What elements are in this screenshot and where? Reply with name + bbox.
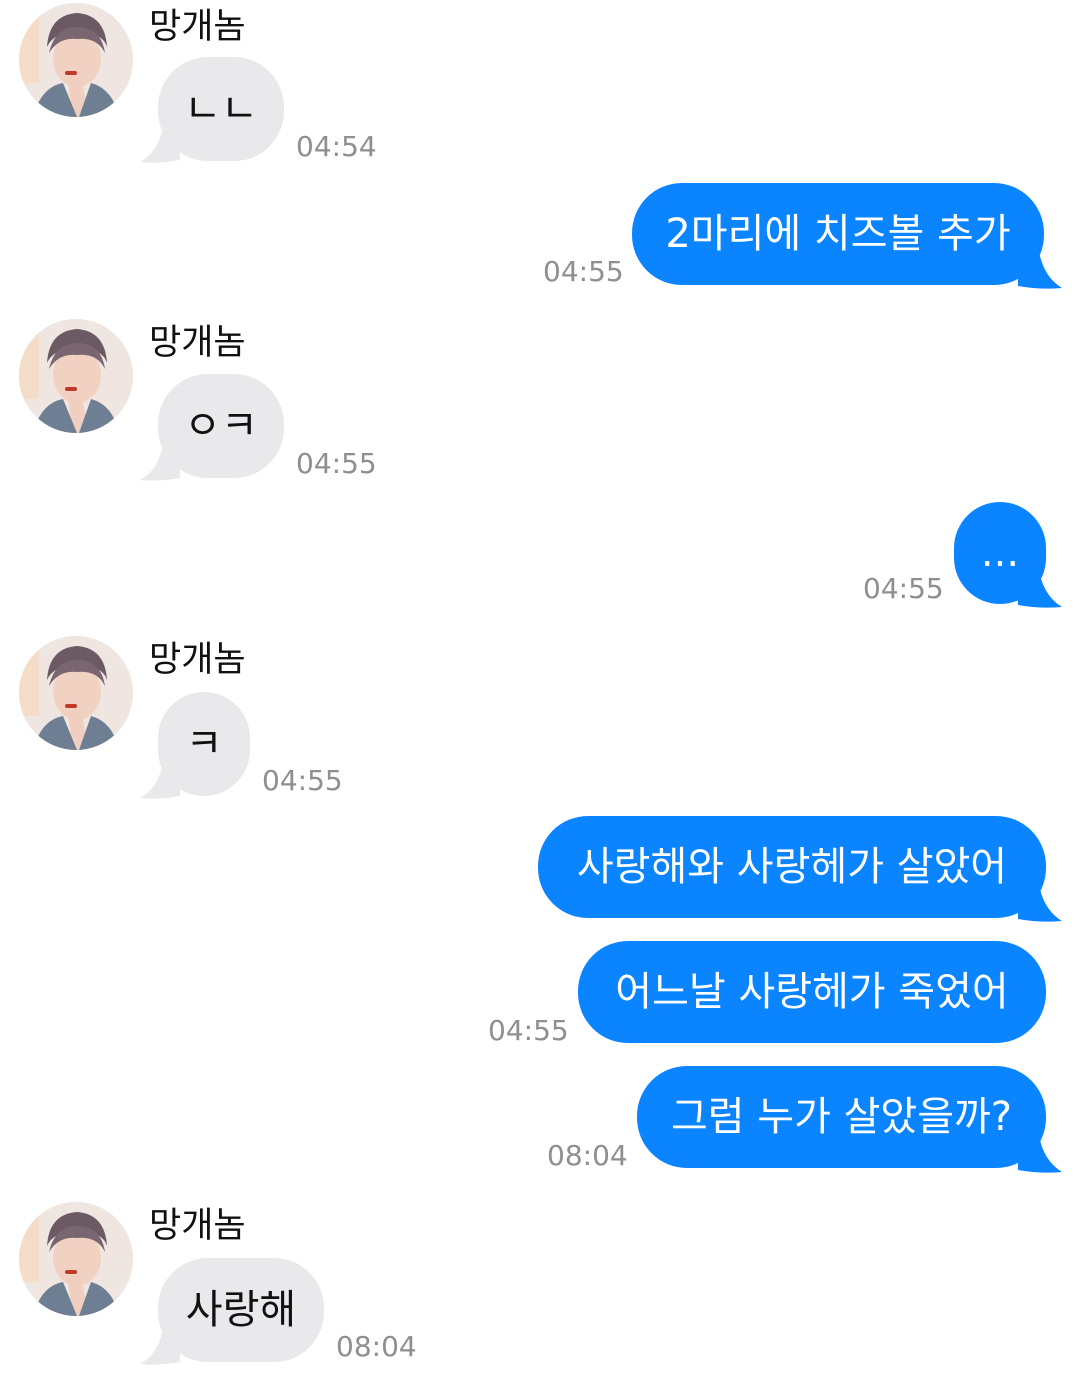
message-timestamp: 04:55 bbox=[863, 572, 944, 605]
contact-avatar[interactable] bbox=[19, 3, 133, 117]
message-text: 사랑해 bbox=[185, 1287, 297, 1333]
message-timestamp: 08:04 bbox=[336, 1330, 417, 1363]
avatar-photo bbox=[19, 3, 133, 117]
sender-name: 망개놈 bbox=[149, 640, 246, 680]
message-timestamp: 04:55 bbox=[488, 1014, 569, 1047]
message-text: 사랑해와 사랑헤가 살았어 bbox=[576, 844, 1008, 890]
sender-name: 망개놈 bbox=[149, 7, 246, 47]
message-text: 그럼 누가 살았을까? bbox=[670, 1094, 1013, 1140]
message-text: 2마리에 치즈볼 추가 bbox=[665, 211, 1011, 257]
message-timestamp: 04:55 bbox=[296, 447, 377, 480]
contact-avatar[interactable] bbox=[19, 319, 133, 433]
contact-avatar[interactable] bbox=[19, 1202, 133, 1316]
avatar-photo bbox=[19, 1202, 133, 1316]
message-text: 어느날 사랑헤가 죽었어 bbox=[615, 969, 1009, 1015]
message-timestamp: 04:55 bbox=[543, 255, 624, 288]
incoming-message-bubble[interactable]: ㄴㄴ bbox=[158, 57, 284, 161]
message-text: ㅋ bbox=[185, 721, 223, 767]
message-timestamp: 08:04 bbox=[547, 1139, 628, 1172]
outgoing-message-bubble[interactable]: 2마리에 치즈볼 추가 bbox=[632, 183, 1044, 285]
contact-avatar[interactable] bbox=[19, 636, 133, 750]
message-text: ㅇㅋ bbox=[184, 403, 258, 449]
outgoing-message-bubble[interactable]: ... bbox=[954, 502, 1046, 604]
chat-thread[interactable]: 망개놈 ㄴㄴ 04:54 2마리에 치즈볼 추가 04:55 망개놈 ㅇㅋ 04… bbox=[0, 0, 1080, 1379]
message-timestamp: 04:55 bbox=[262, 764, 343, 797]
message-timestamp: 04:54 bbox=[296, 130, 377, 163]
incoming-message-bubble[interactable]: ㅋ bbox=[158, 692, 250, 796]
message-text: ㄴㄴ bbox=[184, 86, 258, 132]
bubble-tail bbox=[1018, 879, 1062, 922]
incoming-message-bubble[interactable]: 사랑해 bbox=[158, 1258, 324, 1362]
outgoing-message-bubble[interactable]: 사랑해와 사랑헤가 살았어 bbox=[538, 816, 1046, 918]
outgoing-message-bubble[interactable]: 어느날 사랑헤가 죽었어 bbox=[578, 941, 1046, 1043]
message-text: ... bbox=[980, 530, 1020, 576]
incoming-message-bubble[interactable]: ㅇㅋ bbox=[158, 374, 284, 478]
sender-name: 망개놈 bbox=[149, 323, 246, 363]
outgoing-message-bubble[interactable]: 그럼 누가 살았을까? bbox=[637, 1066, 1046, 1168]
avatar-photo bbox=[19, 319, 133, 433]
avatar-photo bbox=[19, 636, 133, 750]
sender-name: 망개놈 bbox=[149, 1206, 246, 1246]
